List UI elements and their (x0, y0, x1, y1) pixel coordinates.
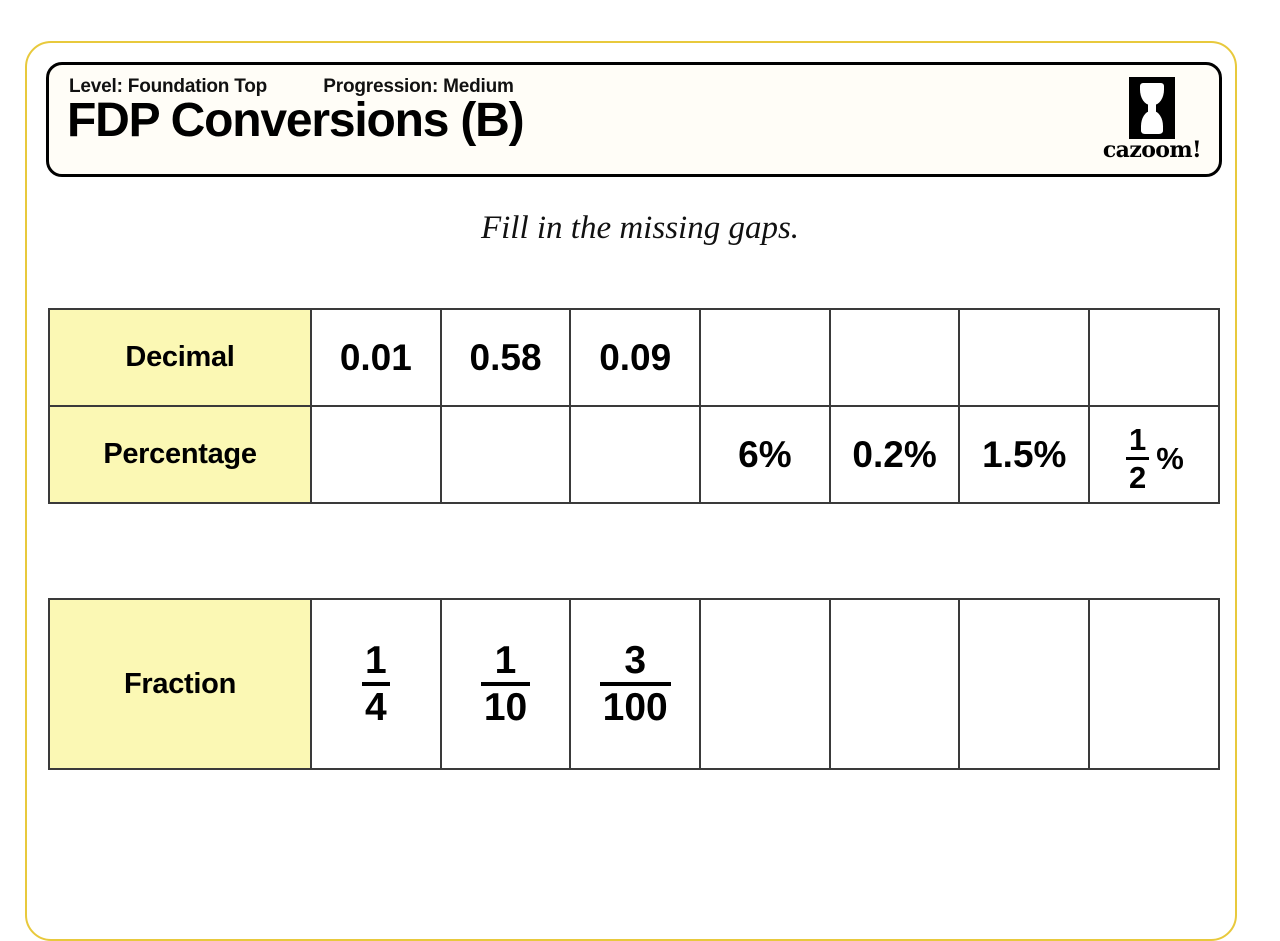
fraction-cell-4-blank[interactable] (699, 598, 831, 770)
decimal-cell-4-blank[interactable] (699, 308, 831, 407)
percentage-cell-6[interactable]: 1.5% (958, 405, 1091, 504)
decimal-percentage-table: Decimal 0.01 0.58 0.09 Percentage 6% 0.2… (48, 308, 1220, 504)
decimal-cell-6-blank[interactable] (958, 308, 1091, 407)
fraction-denominator: 4 (364, 686, 387, 729)
cazoom-wordmark: cazoom! (1102, 137, 1202, 163)
decimal-cell-5-blank[interactable] (828, 308, 961, 407)
fraction-cell-6-blank[interactable] (958, 598, 1091, 770)
table-row: Percentage 6% 0.2% 1.5% 1 2 % (48, 405, 1220, 504)
fraction-table: Fraction 1 4 1 10 3 100 (48, 598, 1220, 770)
percentage-cell-5[interactable]: 0.2% (828, 405, 961, 504)
vase-base-shape (1141, 111, 1163, 134)
worksheet-header: Level: Foundation Top Progression: Mediu… (46, 62, 1222, 177)
percentage-cell-1-blank[interactable] (310, 405, 442, 504)
fraction-numerator: 1 (494, 639, 517, 682)
fraction-cell-1[interactable]: 1 4 (310, 598, 442, 770)
percentage-cell-4[interactable]: 6% (699, 405, 831, 504)
worksheet-page: Level: Foundation Top Progression: Mediu… (0, 0, 1280, 941)
percentage-cell-7[interactable]: 1 2 % (1088, 405, 1220, 504)
fraction-cell-5-blank[interactable] (828, 598, 961, 770)
fraction-denominator: 2 (1129, 459, 1147, 495)
table-row: Fraction 1 4 1 10 3 100 (48, 598, 1220, 770)
fraction-cell-3[interactable]: 3 100 (569, 598, 702, 770)
stacked-fraction: 3 100 (598, 641, 673, 727)
fraction-cell-2[interactable]: 1 10 (439, 598, 572, 770)
instruction-text: Fill in the missing gaps. (480, 210, 800, 246)
fraction-numerator: 1 (364, 639, 387, 682)
stacked-fraction: 1 2 (1124, 424, 1151, 493)
page-title: FDP Conversions (B) (67, 94, 525, 147)
stacked-fraction: 1 10 (479, 641, 532, 727)
table-row: Decimal 0.01 0.58 0.09 (48, 308, 1220, 407)
decimal-cell-3[interactable]: 0.09 (569, 308, 702, 407)
fraction-numerator: 1 (1129, 421, 1147, 457)
row-label-percentage: Percentage (48, 405, 312, 504)
stacked-fraction: 1 4 (360, 641, 392, 727)
fraction-denominator: 100 (602, 686, 668, 729)
fraction-cell-7-blank[interactable] (1088, 598, 1220, 770)
percent-sign: % (1156, 440, 1184, 476)
fraction-denominator: 10 (483, 686, 528, 729)
decimal-cell-7-blank[interactable] (1088, 308, 1220, 407)
fraction-percent-value: 1 2 % (1124, 424, 1184, 493)
cazoom-logo: cazoom! (1101, 77, 1203, 167)
percentage-cell-3-blank[interactable] (569, 405, 702, 504)
percentage-cell-2-blank[interactable] (439, 405, 572, 504)
fraction-numerator: 3 (624, 639, 647, 682)
row-label-decimal: Decimal (48, 308, 312, 407)
decimal-cell-1[interactable]: 0.01 (310, 308, 442, 407)
decimal-cell-2[interactable]: 0.58 (439, 308, 572, 407)
row-label-fraction: Fraction (48, 598, 312, 770)
cazoom-vase-icon (1129, 77, 1175, 139)
